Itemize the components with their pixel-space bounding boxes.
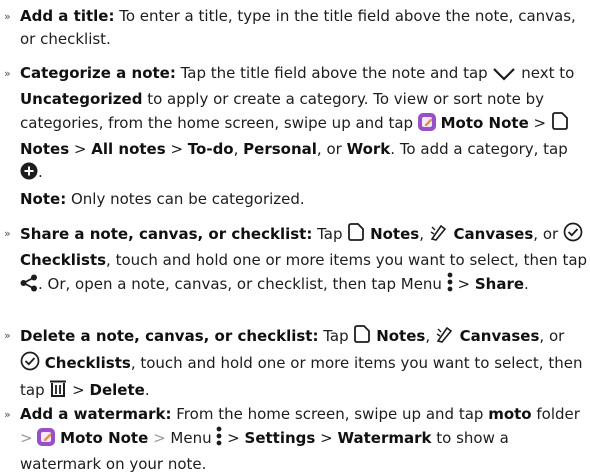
moto-note-label: Moto Note (440, 114, 529, 132)
bullet: » (4, 67, 11, 80)
list-item-delete: » Delete a note, canvas, or checklist: T… (4, 324, 588, 405)
separator: > (20, 429, 33, 447)
item-text: Tap (318, 327, 354, 345)
notes-icon (347, 222, 365, 249)
notes-label: Notes (20, 140, 70, 158)
work-label: Work (346, 140, 391, 158)
item-text: folder (531, 405, 580, 423)
bullet: » (4, 329, 11, 342)
item-text: , (425, 327, 435, 345)
item-lead: Categorize a note: (20, 64, 176, 82)
item-text: , or (316, 140, 347, 158)
separator: > (320, 429, 333, 447)
checklists-label: Checklists (44, 354, 131, 372)
item-text: . (144, 381, 150, 399)
notes-label: Notes (376, 327, 426, 345)
checklists-icon (563, 222, 583, 249)
trash-icon (49, 378, 67, 405)
item-lead: Delete a note, canvas, or checklist: (20, 327, 319, 345)
separator: > (227, 429, 240, 447)
item-text: , touch and hold one or more items you w… (106, 251, 588, 269)
item-lead: Add a title: (20, 7, 115, 25)
list-item-watermark: » Add a watermark: From the home screen,… (4, 403, 588, 476)
moto-label: moto (488, 405, 532, 423)
item-text: . Or, open a note, canvas, or checklist,… (38, 275, 447, 293)
moto-note-app-icon (37, 428, 56, 453)
share-icon (20, 274, 38, 299)
separator: > (170, 140, 184, 158)
bullet: » (4, 227, 11, 240)
checklists-label: Checklists (20, 251, 107, 269)
canvases-icon (435, 324, 455, 351)
list-item-add-title: » Add a title: To enter a title, type in… (4, 5, 588, 51)
separator: > (457, 275, 471, 293)
canvases-label: Canvases (459, 327, 540, 345)
canvases-icon (429, 222, 449, 249)
bullet: » (4, 10, 11, 23)
item-text: From the home screen, swipe up and tap (171, 405, 489, 423)
list-item-categorize: » Categorize a note: Tap the title field… (4, 62, 588, 187)
share-label: Share (474, 275, 525, 293)
item-text: . (38, 163, 43, 181)
menu-dots-icon (216, 426, 222, 453)
chevron-down-icon (492, 65, 516, 88)
item-text: , (419, 225, 429, 243)
item-text: Tap the title field above the note and t… (175, 64, 493, 82)
item-lead: Share a note, canvas, or checklist: (20, 225, 313, 243)
menu-dots-icon (447, 272, 453, 299)
bullet: » (4, 408, 11, 421)
separator: > (533, 114, 547, 132)
note-text: Only notes can be categorized. (66, 190, 305, 208)
item-text: , (233, 140, 244, 158)
canvases-label: Canvases (453, 225, 534, 243)
item-text: next to (516, 64, 575, 82)
checklists-icon (20, 351, 40, 378)
list-item-share: » Share a note, canvas, or checklist: Ta… (4, 222, 588, 299)
item-lead: Add a watermark: (20, 405, 172, 423)
todo-label: To-do (187, 140, 234, 158)
separator: > (153, 429, 166, 447)
separator: > (73, 140, 87, 158)
watermark-label: Watermark (337, 429, 432, 447)
separator: > (72, 381, 85, 399)
item-text: Tap (312, 225, 348, 243)
personal-label: Personal (243, 140, 317, 158)
item-text: Menu (165, 429, 217, 447)
item-text: . To add a category, tap (390, 140, 568, 158)
item-text: . (524, 275, 529, 293)
all-notes-label: All notes (91, 140, 166, 158)
settings-label: Settings (244, 429, 316, 447)
notes-label: Notes (370, 225, 420, 243)
item-text: , or (533, 225, 563, 243)
note-paragraph: Note: Only notes can be categorized. (20, 188, 580, 211)
uncategorized-label: Uncategorized (20, 90, 143, 108)
moto-note-label: Moto Note (60, 429, 149, 447)
document: » Add a title: To enter a title, type in… (0, 0, 590, 473)
moto-note-app-icon (417, 113, 436, 138)
item-text: , or (539, 327, 565, 345)
note-lead: Note: (20, 190, 67, 208)
add-circle-icon (20, 162, 38, 187)
delete-label: Delete (89, 381, 145, 399)
notes-icon (551, 111, 569, 138)
notes-icon (353, 324, 371, 351)
